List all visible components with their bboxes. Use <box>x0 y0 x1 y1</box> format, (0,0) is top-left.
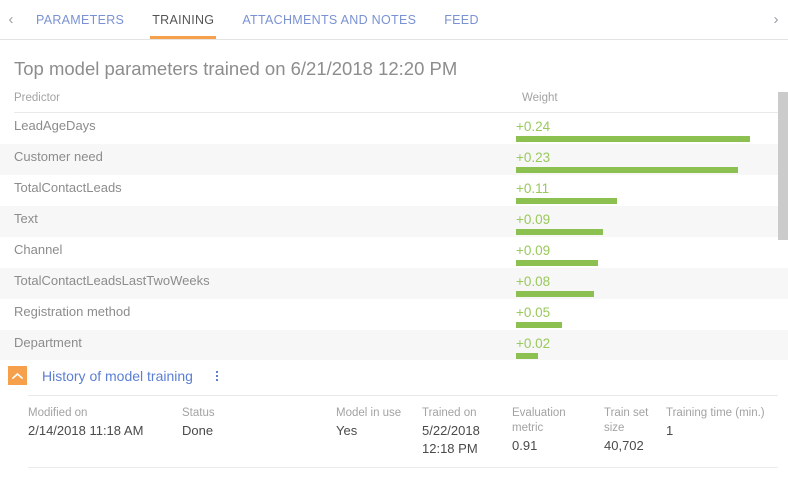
table-scrollbar-track[interactable] <box>778 92 788 360</box>
history-label-modified-on: Modified on <box>28 407 88 419</box>
history-value-evaluation-metric: 0.91 <box>512 438 538 453</box>
page-title: Top model parameters trained on 6/21/201… <box>14 58 458 79</box>
history-value-trained-on-date: 5/22/2018 <box>422 423 480 438</box>
tab-attachments-and-notes[interactable]: ATTACHMENTS AND NOTES <box>228 0 430 39</box>
weight-bar <box>516 260 598 266</box>
cell-predictor: TotalContactLeads <box>14 180 122 195</box>
history-label-training-time: Training time (min.) <box>666 407 765 419</box>
chevron-up-icon <box>12 372 23 380</box>
kebab-dot <box>215 378 218 381</box>
cell-weight: +0.05 <box>508 304 768 328</box>
history-value-training-time: 1 <box>666 423 674 438</box>
collapse-toggle-button[interactable] <box>8 366 27 385</box>
history-col-model-in-use: Model in use Yes <box>336 406 422 457</box>
cell-predictor: Department <box>14 335 82 350</box>
kebab-menu-icon[interactable] <box>209 367 225 385</box>
history-grid: Modified on 2/14/2018 11:18 AM Status Do… <box>28 395 778 457</box>
history-row[interactable]: Modified on 2/14/2018 11:18 AM Status Do… <box>28 406 778 457</box>
cell-weight: +0.11 <box>508 180 768 204</box>
history-bottom-divider <box>28 467 778 468</box>
weight-bar <box>516 167 738 173</box>
column-header-predictor: Predictor <box>14 92 61 104</box>
tab-training[interactable]: TRAINING <box>138 0 228 39</box>
weight-value: +0.08 <box>516 274 551 289</box>
history-label-model-in-use: Model in use <box>336 407 402 419</box>
cell-weight: +0.23 <box>508 149 768 173</box>
cell-weight: +0.09 <box>508 242 768 266</box>
history-label-evaluation-metric: Evaluation metric <box>512 407 566 434</box>
weight-value: +0.09 <box>516 212 551 227</box>
tab-attachments-and-notes-label: ATTACHMENTS AND NOTES <box>242 12 417 27</box>
table-scrollbar-thumb[interactable] <box>778 92 788 240</box>
weight-bar <box>516 291 594 297</box>
history-col-trained-on: Trained on 5/22/2018 12:18 PM <box>422 406 512 457</box>
kebab-dot <box>215 370 218 373</box>
table-row[interactable]: TotalContactLeadsLastTwoWeeks +0.08 <box>0 268 788 299</box>
tab-training-label: TRAINING <box>152 12 215 27</box>
weight-bar <box>516 322 562 328</box>
history-col-modified-on: Modified on 2/14/2018 11:18 AM <box>28 406 182 457</box>
tab-feed[interactable]: FEED <box>430 0 493 39</box>
tab-feed-label: FEED <box>444 12 479 27</box>
column-header-weight: Weight <box>522 92 558 104</box>
table-row[interactable]: LeadAgeDays +0.24 <box>0 113 788 144</box>
tabs-scroll-right-icon[interactable]: › <box>764 0 788 39</box>
top-model-parameters-table: Predictor Weight LeadAgeDays +0.24 Custome… <box>0 92 788 360</box>
table-header-row: Predictor Weight <box>14 92 782 113</box>
weight-bar <box>516 136 750 142</box>
weight-bar <box>516 229 603 235</box>
cell-predictor: Channel <box>14 242 63 257</box>
kebab-dot <box>215 374 218 377</box>
weight-value: +0.02 <box>516 336 551 351</box>
history-label-trained-on: Trained on <box>422 407 477 419</box>
cell-predictor: LeadAgeDays <box>14 118 96 133</box>
history-section-header: History of model training <box>0 360 788 391</box>
cell-predictor: Text <box>14 211 38 226</box>
history-value-model-in-use: Yes <box>336 423 358 438</box>
history-section-title[interactable]: History of model training <box>42 368 193 384</box>
table-row[interactable]: Customer need +0.23 <box>0 144 788 175</box>
tab-parameters[interactable]: PARAMETERS <box>22 0 138 39</box>
cell-weight: +0.08 <box>508 273 768 297</box>
weight-bar <box>516 353 538 359</box>
cell-predictor: Registration method <box>14 304 131 319</box>
history-col-training-time: Training time (min.) 1 <box>666 406 776 457</box>
weight-value: +0.11 <box>516 181 550 196</box>
cell-predictor: Customer need <box>14 149 103 164</box>
cell-predictor: TotalContactLeadsLastTwoWeeks <box>14 273 210 288</box>
history-value-trained-on-time: 12:18 PM <box>422 441 478 456</box>
weight-value: +0.23 <box>516 150 551 165</box>
history-col-train-set-size: Train set size 40,702 <box>604 406 666 457</box>
history-value-modified-on: 2/14/2018 11:18 AM <box>28 423 144 438</box>
history-col-evaluation-metric: Evaluation metric 0.91 <box>512 406 604 457</box>
history-value-status: Done <box>182 423 214 438</box>
table-row[interactable]: Registration method +0.05 <box>0 299 788 330</box>
cell-weight: +0.02 <box>508 335 768 359</box>
weight-value: +0.05 <box>516 305 551 320</box>
history-label-status: Status <box>182 407 215 419</box>
table-row[interactable]: Channel +0.09 <box>0 237 788 268</box>
tab-bar: ‹ PARAMETERS TRAINING ATTACHMENTS AND NO… <box>0 0 788 40</box>
tab-parameters-label: PARAMETERS <box>36 12 125 27</box>
weight-bar <box>516 198 617 204</box>
table-row[interactable]: TotalContactLeads +0.11 <box>0 175 788 206</box>
table-row[interactable]: Text +0.09 <box>0 206 788 237</box>
cell-weight: +0.24 <box>508 118 768 142</box>
tab-list: PARAMETERS TRAINING ATTACHMENTS AND NOTE… <box>22 0 493 39</box>
tabs-scroll-left-icon[interactable]: ‹ <box>0 0 22 39</box>
history-col-status: Status Done <box>182 406 336 457</box>
history-label-train-set-size: Train set size <box>604 407 649 434</box>
weight-value: +0.24 <box>516 119 551 134</box>
table-row[interactable]: Department +0.02 <box>0 330 788 360</box>
cell-weight: +0.09 <box>508 211 768 235</box>
weight-value: +0.09 <box>516 243 551 258</box>
history-value-train-set-size: 40,702 <box>604 438 644 453</box>
table-body: LeadAgeDays +0.24 Customer need +0.23 TotalC… <box>0 113 788 360</box>
